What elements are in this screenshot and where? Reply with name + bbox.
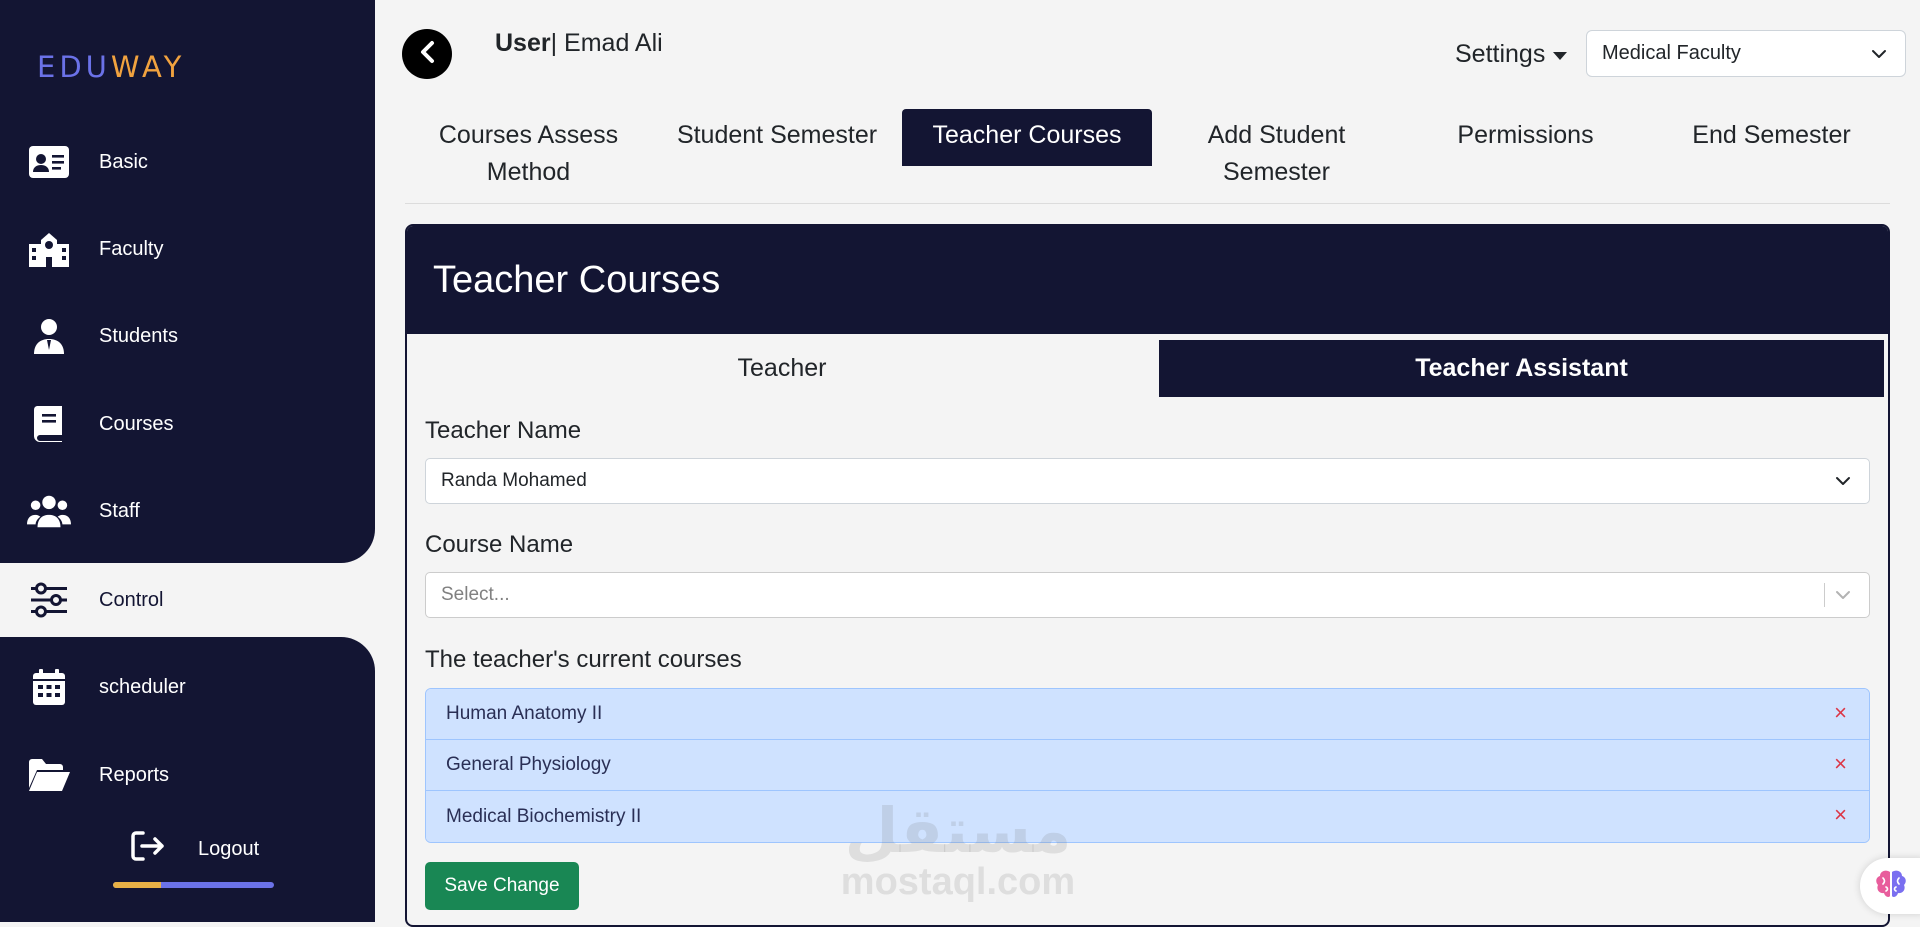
teacher-name-value: Randa Mohamed — [441, 470, 587, 491]
select-separator — [1824, 583, 1825, 607]
sidebar: EDUWAY Basic Faculty Students Courses St… — [0, 0, 387, 922]
brain-icon — [1874, 868, 1908, 905]
sidebar-item-scheduler[interactable]: scheduler — [0, 649, 375, 725]
card-title: Teacher Courses — [407, 226, 1888, 334]
tab-courses-assess-method[interactable]: Courses Assess Method — [405, 109, 652, 186]
remove-icon[interactable]: × — [1834, 702, 1847, 724]
calendar-icon — [27, 665, 71, 709]
save-change-button[interactable]: Save Change — [425, 862, 579, 910]
list-item: General Physiology × — [426, 740, 1869, 791]
users-icon — [27, 489, 71, 533]
sliders-icon — [27, 578, 71, 622]
chevron-left-icon — [417, 40, 437, 69]
caret-down-icon — [1553, 51, 1568, 60]
tab-permissions[interactable]: Permissions — [1401, 109, 1650, 166]
tab-student-semester[interactable]: Student Semester — [652, 109, 902, 166]
back-button[interactable] — [402, 29, 452, 79]
school-icon — [27, 227, 71, 271]
chevron-down-icon — [1835, 587, 1851, 609]
logout-button[interactable]: Logout — [130, 830, 259, 868]
tab-teacher[interactable]: Teacher — [407, 340, 1157, 397]
sidebar-item-courses[interactable]: Courses — [0, 386, 375, 462]
course-name-label: Course Name — [425, 531, 574, 558]
current-courses-list: Human Anatomy II × General Physiology × … — [425, 688, 1870, 843]
sidebar-item-staff[interactable]: Staff — [0, 473, 375, 549]
sidebar-item-label: Faculty — [99, 237, 164, 260]
user-name: | Emad Ali — [550, 29, 663, 57]
sidebar-item-label: Reports — [99, 763, 170, 786]
logout-label: Logout — [198, 837, 260, 860]
chevron-down-icon — [1835, 473, 1851, 495]
sidebar-item-label: Basic — [99, 150, 148, 173]
logout-progress-fill — [113, 882, 162, 888]
remove-icon[interactable]: × — [1834, 804, 1847, 826]
course-name: General Physiology — [446, 754, 611, 775]
course-name: Medical Biochemistry II — [446, 805, 642, 827]
list-item: Human Anatomy II × — [426, 689, 1869, 740]
user-label: User — [495, 29, 551, 57]
logout-icon — [130, 830, 168, 868]
remove-icon[interactable]: × — [1834, 753, 1847, 775]
sidebar-item-label: Courses — [99, 412, 174, 435]
course-name-select[interactable]: Select... — [425, 572, 1870, 618]
faculty-select[interactable]: Medical Faculty — [1586, 30, 1906, 77]
course-name-placeholder: Select... — [441, 584, 510, 605]
user-info: User| Emad Ali — [495, 29, 663, 58]
faculty-select-value: Medical Faculty — [1602, 42, 1741, 64]
settings-dropdown[interactable]: Settings — [1455, 40, 1568, 69]
teacher-name-select[interactable]: Randa Mohamed — [425, 458, 1870, 504]
sidebar-item-label: Students — [99, 324, 178, 347]
tab-teacher-assistant[interactable]: Teacher Assistant — [1159, 340, 1884, 397]
chevron-down-icon — [1871, 45, 1887, 68]
current-courses-label: The teacher's current courses — [425, 646, 742, 673]
folder-open-icon — [27, 753, 71, 797]
sidebar-item-students[interactable]: Students — [0, 298, 375, 374]
sidebar-item-reports[interactable]: Reports — [0, 737, 375, 813]
brand-logo[interactable]: EDUWAY — [37, 50, 185, 84]
sidebar-item-label: scheduler — [99, 675, 186, 698]
book-icon — [27, 402, 71, 446]
tab-teacher-courses[interactable]: Teacher Courses — [902, 109, 1152, 166]
student-icon — [27, 314, 71, 358]
sidebar-item-label: Control — [99, 588, 164, 611]
tab-add-student-semester[interactable]: Add Student Semester — [1152, 109, 1401, 186]
sidebar-item-basic[interactable]: Basic — [0, 124, 375, 200]
sidebar-item-control[interactable]: Control — [12, 564, 387, 636]
sidebar-item-label: Staff — [99, 499, 140, 522]
settings-label: Settings — [1455, 40, 1546, 68]
teacher-courses-card: Teacher Courses Teacher Teacher Assistan… — [405, 224, 1890, 927]
list-item: Medical Biochemistry II × — [426, 791, 1869, 842]
control-tabs: Courses Assess Method Student Semester T… — [405, 109, 1890, 204]
id-card-icon — [27, 140, 71, 184]
logout-progress-bar — [113, 882, 274, 888]
brand-logo-part1: EDU — [37, 50, 111, 84]
assistant-button[interactable] — [1860, 858, 1920, 914]
course-name: Human Anatomy II — [446, 703, 603, 724]
sidebar-item-faculty[interactable]: Faculty — [0, 211, 375, 287]
teacher-name-label: Teacher Name — [425, 417, 582, 444]
tab-end-semester[interactable]: End Semester — [1650, 109, 1893, 166]
brand-logo-part2: WAY — [110, 50, 186, 84]
